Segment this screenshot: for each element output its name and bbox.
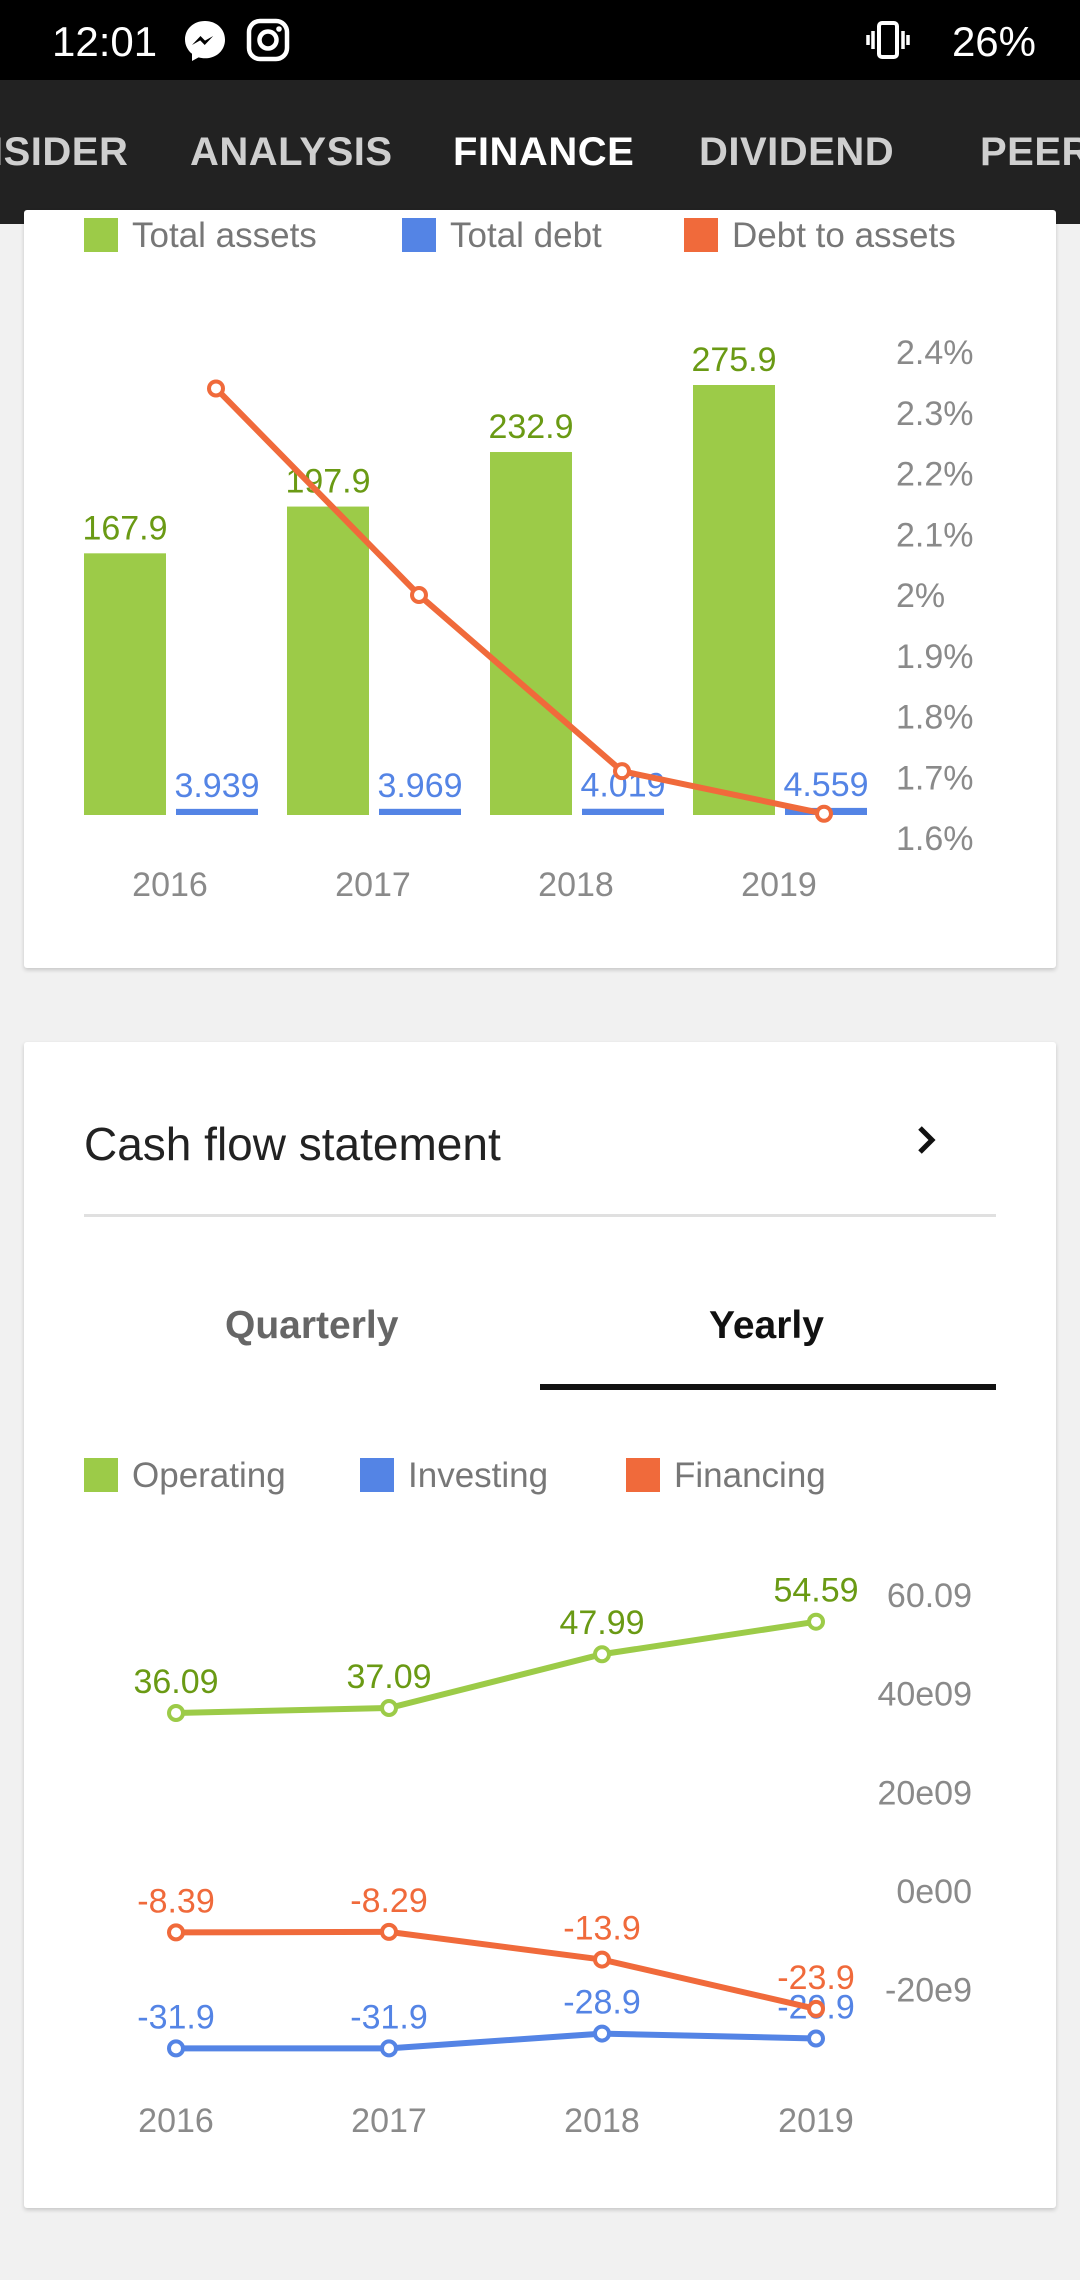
right-axis-tick: 2.1% xyxy=(896,516,974,554)
data-label-total-debt: 3.939 xyxy=(174,767,259,805)
right-axis-tick: 1.8% xyxy=(896,699,974,737)
tab-dividend[interactable]: DIVIDEND xyxy=(699,80,894,224)
data-label-operating: 37.09 xyxy=(346,1658,431,1696)
data-label-investing: -31.9 xyxy=(350,1998,428,2036)
point-debt-to-assets xyxy=(815,804,833,823)
tab-analysis[interactable]: ANALYSIS xyxy=(190,80,393,224)
bar-total-assets xyxy=(84,553,166,815)
tab-insider[interactable]: ISIDER xyxy=(0,80,128,224)
point-debt-to-assets xyxy=(613,762,631,781)
right-axis-tick: -20e9 xyxy=(885,1972,972,2010)
data-label-total-debt: 3.969 xyxy=(377,767,462,805)
instagram-icon xyxy=(246,18,290,67)
bar-total-debt xyxy=(379,808,461,815)
point-operating xyxy=(380,1699,398,1718)
right-axis-tick: 2% xyxy=(896,577,945,615)
data-label-operating: 47.99 xyxy=(559,1604,644,1642)
point-financing xyxy=(167,1923,185,1942)
point-investing xyxy=(593,2024,611,2043)
x-axis-tick: 2018 xyxy=(564,2102,640,2140)
section-tabs: ISIDER ANALYSIS FINANCE DIVIDEND PEER xyxy=(0,80,1080,224)
data-label-financing: -13.9 xyxy=(563,1910,641,1948)
point-investing xyxy=(167,2039,185,2058)
right-axis-tick: 20e09 xyxy=(877,1774,972,1812)
tab-finance[interactable]: FINANCE xyxy=(453,80,634,224)
bar-total-debt xyxy=(176,808,258,815)
vibrate-icon xyxy=(866,18,910,67)
x-axis-tick: 2019 xyxy=(778,2102,854,2140)
right-axis-tick: 1.7% xyxy=(896,759,974,797)
bar-total-assets xyxy=(287,506,369,815)
data-label-investing: -28.9 xyxy=(563,1984,641,2022)
x-axis-tick: 2018 xyxy=(538,866,614,904)
point-operating xyxy=(593,1645,611,1664)
bar-total-debt xyxy=(582,808,664,815)
point-operating xyxy=(167,1703,185,1722)
point-debt-to-assets xyxy=(207,379,225,398)
right-axis-tick: 40e09 xyxy=(877,1676,972,1714)
status-bar: 12:01 26% xyxy=(0,0,1080,80)
point-financing xyxy=(380,1922,398,1941)
line-operating xyxy=(175,1618,817,1716)
data-label-financing: -23.9 xyxy=(777,1959,855,1997)
right-axis-tick: 2.2% xyxy=(896,456,974,494)
right-axis-tick: 2.4% xyxy=(896,334,974,372)
x-axis-tick: 2016 xyxy=(138,2102,214,2140)
point-financing xyxy=(807,1999,825,2018)
x-axis-tick: 2016 xyxy=(132,866,208,904)
data-label-total-assets: 232.9 xyxy=(488,408,573,446)
point-financing xyxy=(593,1950,611,1969)
data-label-operating: 36.09 xyxy=(133,1663,218,1701)
battery-level: 26% xyxy=(951,18,1036,65)
data-label-total-debt: 4.559 xyxy=(783,766,868,804)
balance-chart: 2.4% 2.3% 2.2% 2.1% 2% 1.9% 1.8% 1.7% 1.6% 167.9 3… xyxy=(82,334,974,904)
x-axis-tick: 2017 xyxy=(335,866,411,904)
line-financing xyxy=(175,1928,817,2012)
x-axis-tick: 2019 xyxy=(741,866,817,904)
bar-total-assets xyxy=(490,452,572,815)
x-axis-tick: 2017 xyxy=(351,2102,427,2140)
point-operating xyxy=(807,1612,825,1631)
bar-total-assets xyxy=(693,385,775,815)
point-investing xyxy=(807,2029,825,2048)
tab-peer[interactable]: PEER xyxy=(980,80,1080,224)
data-label-total-assets: 167.9 xyxy=(82,509,167,547)
data-label-investing: -31.9 xyxy=(137,1998,215,2036)
right-axis-tick: 60.09 xyxy=(887,1577,972,1615)
data-label-financing: -8.29 xyxy=(350,1882,428,1920)
data-label-operating: 54.59 xyxy=(773,1572,858,1610)
right-axis-tick: 2.3% xyxy=(896,395,974,433)
line-investing xyxy=(176,2030,817,2052)
cash-flow-card: Cash flow statement Quarterly Yearly Ope… xyxy=(24,1042,1056,2208)
point-investing xyxy=(380,2039,398,2058)
status-time: 12:01 xyxy=(52,18,158,65)
cash-flow-chart: 60.09 40e09 20e09 0e00 -20e9 36.09 37.09 47.99 5… xyxy=(133,1572,972,2140)
balance-sheet-card: Total assets Total debt Debt to assets 2… xyxy=(24,210,1056,968)
data-label-total-assets: 275.9 xyxy=(691,341,776,379)
data-label-financing: -8.39 xyxy=(137,1882,215,1920)
messenger-icon xyxy=(182,18,228,69)
right-axis-tick: 0e00 xyxy=(896,1873,972,1911)
right-axis-tick: 1.9% xyxy=(896,638,974,676)
point-debt-to-assets xyxy=(410,586,428,604)
right-axis-tick: 1.6% xyxy=(896,820,974,858)
